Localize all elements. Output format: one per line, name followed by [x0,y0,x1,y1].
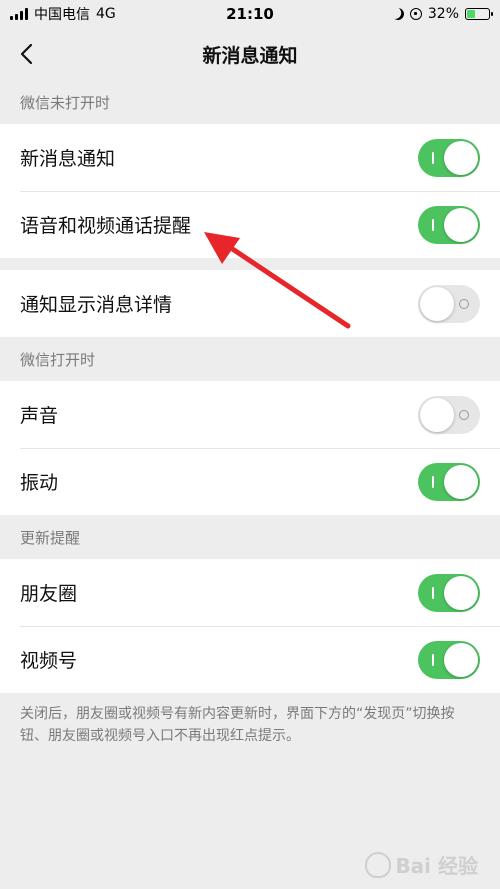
page-title: 新消息通知 [202,44,298,67]
setting-row-new-message-notification[interactable]: 新消息通知 [0,124,500,191]
section-label-update-reminders: 更新提醒 [20,528,81,547]
settings-group-update-reminders: 朋友圈 视频号 [0,559,500,693]
new-message-notification-toggle[interactable] [418,138,480,177]
update-reminder-footnote: 关闭后，朋友圈或视频号有新内容更新时，界面下方的“发现页”切换按钮、朋友圈或视频… [20,706,455,744]
settings-group-message-details: 通知显示消息详情 [0,270,500,337]
section-label-wechat-open: 微信打开时 [20,350,96,369]
moon-icon [390,6,405,21]
carrier-name: 中国电信 [34,7,90,23]
back-chevron-icon[interactable] [14,40,42,68]
clock: 21:10 [226,5,274,23]
sound-toggle[interactable] [418,395,480,434]
watermark-text: Bai 经验 [395,854,478,878]
setting-row-channels[interactable]: 视频号 [0,626,500,693]
watermark: Bai 经验 [365,850,478,879]
setting-label: 视频号 [20,650,78,672]
status-bar: 中国电信 4G 21:10 32% [0,0,500,28]
battery-percent: 32% [427,6,459,22]
network-type: 4G [96,6,116,22]
setting-label: 通知显示消息详情 [20,294,173,316]
settings-group-wechat-open: 声音 振动 [0,381,500,515]
setting-row-sound[interactable]: 声音 [0,381,500,448]
setting-row-show-message-details[interactable]: 通知显示消息详情 [0,270,500,337]
settings-group-wechat-closed: 新消息通知 语音和视频通话提醒 [0,124,500,258]
moments-toggle[interactable] [418,573,480,612]
battery-icon [465,8,493,20]
setting-label: 声音 [20,405,59,427]
setting-label: 朋友圈 [20,583,78,605]
setting-row-moments[interactable]: 朋友圈 [0,559,500,626]
nav-bar: 新消息通知 [0,28,500,80]
section-label-wechat-closed: 微信未打开时 [20,93,111,112]
channels-toggle[interactable] [418,640,480,679]
rotation-lock-icon [409,8,422,20]
setting-label: 振动 [20,472,59,494]
call-reminder-toggle[interactable] [418,205,480,244]
paw-logo-icon [365,851,392,878]
signal-icon [10,8,28,20]
show-message-details-toggle[interactable] [418,284,480,323]
setting-row-call-reminder[interactable]: 语音和视频通话提醒 [0,191,500,258]
vibration-toggle[interactable] [418,462,480,501]
setting-label: 新消息通知 [20,148,116,170]
setting-row-vibration[interactable]: 振动 [0,448,500,515]
setting-label: 语音和视频通话提醒 [20,215,192,237]
